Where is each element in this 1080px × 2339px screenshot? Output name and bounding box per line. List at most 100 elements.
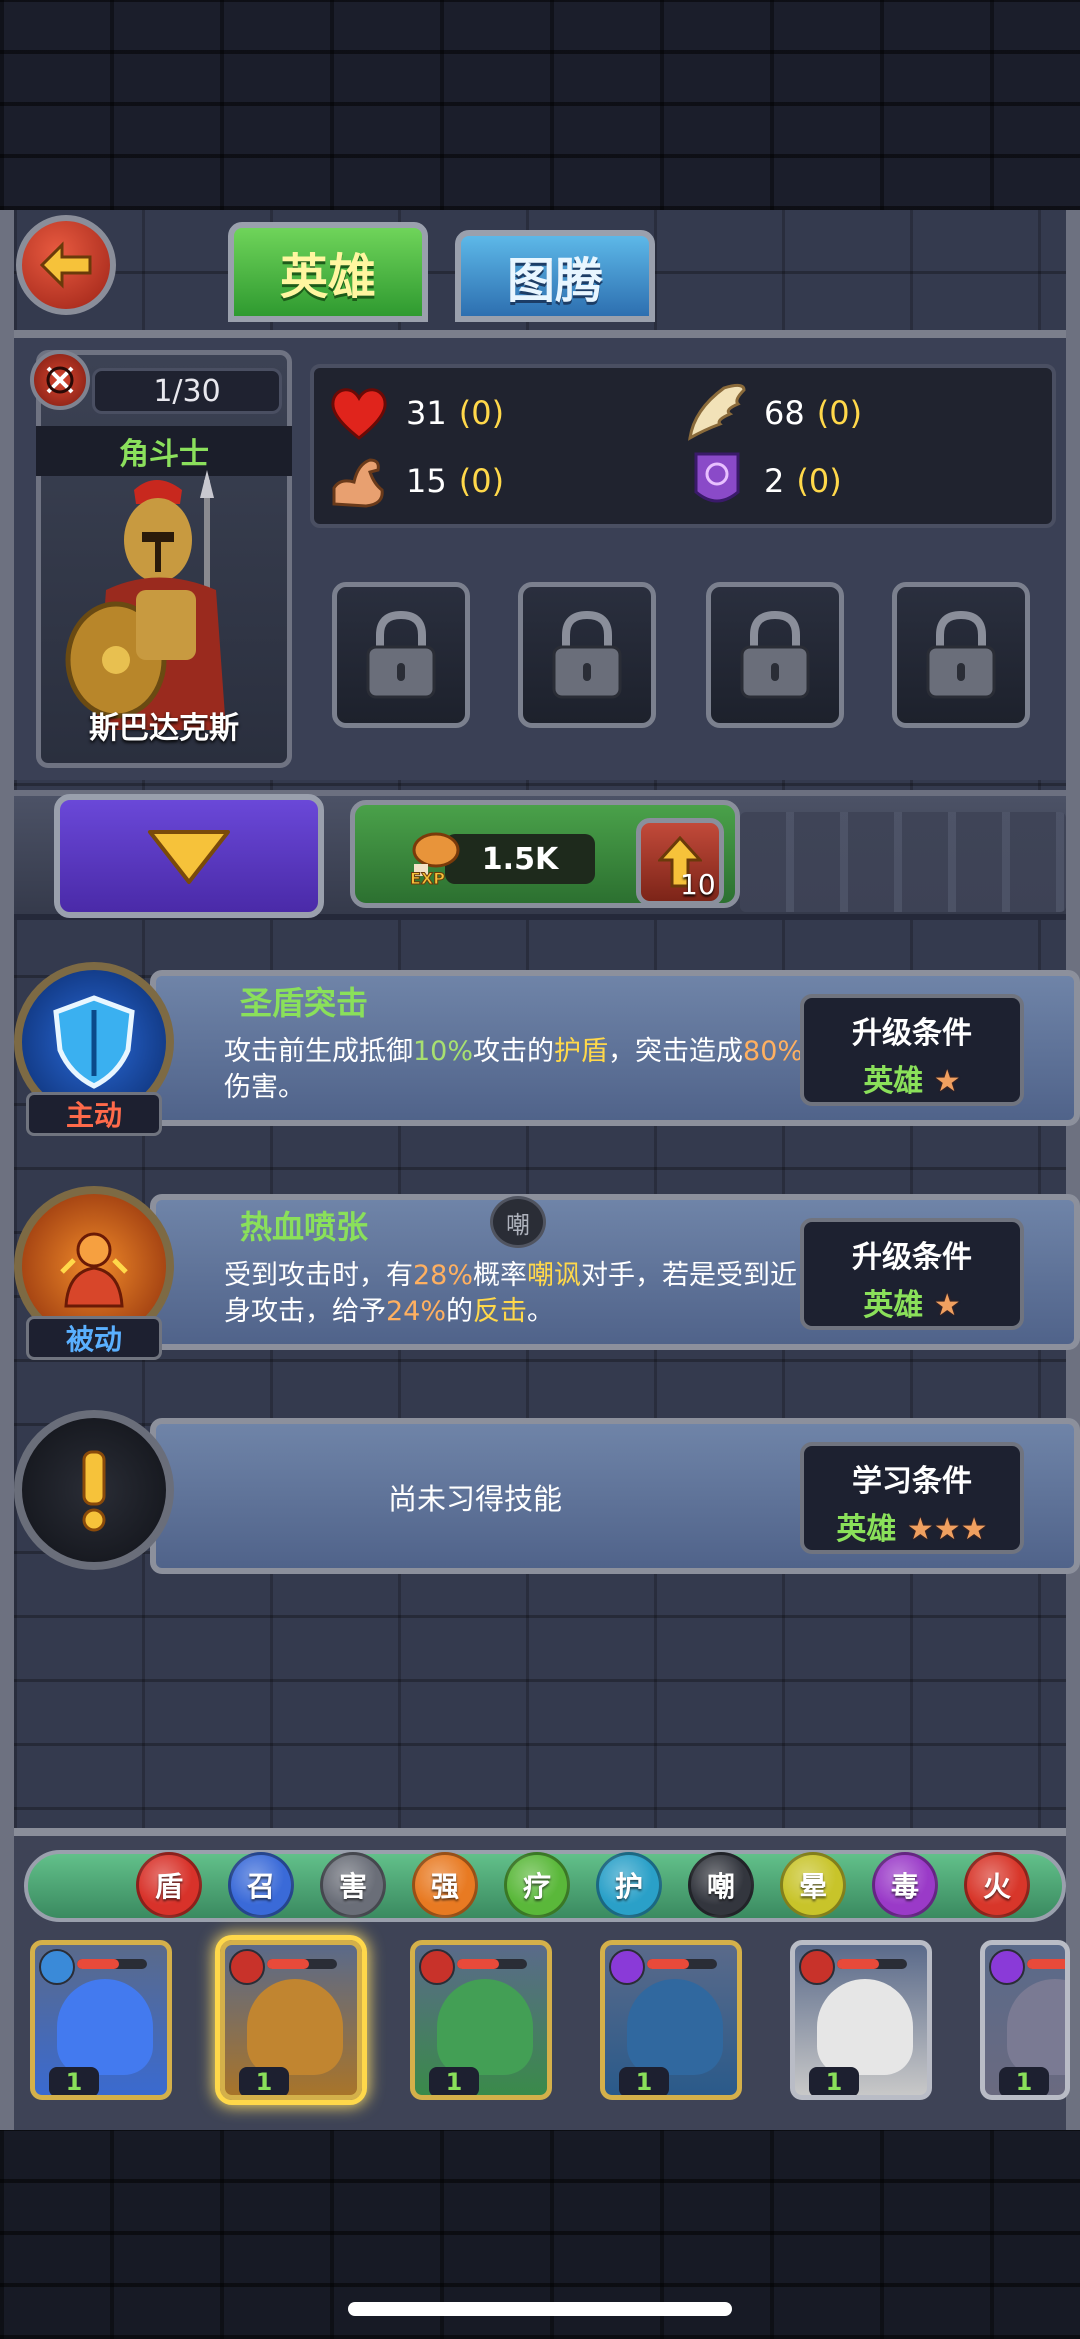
condition-title: 升级条件 [852,1016,972,1051]
exp-meat-icon: EXP [410,832,460,888]
speed-value: 68 [764,394,805,432]
hero-thumbnail [57,1979,153,2075]
hero-name: 斯巴达克斯 [89,711,239,746]
hero-class-icon [989,1949,1025,1985]
collapse-button[interactable] [54,794,324,918]
skill-row-3: 尚未习得技能 学习条件 英雄 ★★★ [0,1404,1080,1586]
hero-level-badge: 1 [49,2067,99,2095]
learn-condition-box: 学习条件 英雄 ★★★ [800,1442,1024,1554]
upgrade-count: 10 [680,868,716,901]
shield-icon [53,995,135,1089]
filter-chip[interactable]: 毒 [872,1852,938,1918]
skill-type: 被动 [26,1316,162,1360]
filter-chip[interactable]: 强 [412,1852,478,1918]
exclamation-icon [82,1450,106,1532]
hero-class-icon [419,1949,455,1985]
filter-chip[interactable]: 害 [320,1852,386,1918]
exp-label: EXP [410,869,445,888]
filter-chip[interactable]: 盾 [136,1852,202,1918]
equipment-slot-1[interactable] [332,582,470,728]
condition-title: 升级条件 [852,1240,972,1275]
hero-hp-bar [267,1959,337,1969]
hero-hp-bar [1027,1959,1065,1969]
lock-icon [926,610,996,699]
home-indicator [348,2302,732,2316]
skill-row-1: 主动 圣盾突击 攻击前生成抵御10%攻击的护盾，突击造成80%伤害。 升级条件 … [0,956,1080,1138]
hp-bonus: (0) [458,394,505,432]
equipment-slot-4[interactable] [892,582,1030,728]
hero-level: 1/30 [92,368,282,414]
gladiator-class-icon [30,350,90,410]
roster-hero-slot[interactable]: 1 [600,1940,742,2100]
hero-hp-bar [837,1959,907,1969]
skill-empty-text: 尚未习得技能 [387,1482,562,1516]
filter-chip[interactable]: 护 [596,1852,662,1918]
speed-stat: 68 (0) [684,380,862,446]
roster-hero-slot[interactable]: 1 [30,1940,172,2100]
attack-value: 15 [406,462,447,500]
hero-hp-bar [457,1959,527,1969]
equipment-slot-3[interactable] [706,582,844,728]
star-icon: ★ [933,1288,961,1323]
tab-hero[interactable]: 英雄 [228,222,428,322]
chevron-down-icon [148,830,230,884]
equipment-slot-2[interactable] [518,582,656,728]
condition-requirement: 英雄 ★ [863,1288,961,1323]
hero-class-name: 角斗士 [36,426,292,476]
condition-requirement: 英雄 ★ [863,1064,961,1099]
hero-hp-bar [647,1959,717,1969]
skill-row-2: 被动 热血喷张 嘲 受到攻击时，有28%概率嘲讽对手，若是受到近身攻击，给予24… [0,1180,1080,1362]
hero-hp-bar [77,1959,147,1969]
taunt-tag: 嘲 [490,1196,546,1248]
roster-hero-slot[interactable]: 1 [790,1940,932,2100]
hero-thumbnail [247,1979,343,2075]
hero-thumbnail [437,1979,533,2075]
roster-hero-slot[interactable]: 1 [980,1940,1070,2100]
condition-requirement: 英雄 ★★★ [836,1512,988,1547]
back-button[interactable] [16,215,116,315]
hero-level-badge: 1 [619,2067,669,2095]
magic-bonus: (0) [796,462,842,500]
roster-hero-slot[interactable]: 1 [410,1940,552,2100]
magic-banner-icon [694,452,740,503]
hero-thumbnail [817,1979,913,2075]
filter-chip[interactable]: 嘲 [688,1852,754,1918]
upgrade-condition-box: 升级条件 英雄 ★ [800,1218,1024,1330]
star-icon: ★★★ [906,1512,988,1547]
magic-value: 2 [764,462,785,500]
condition-title: 学习条件 [852,1464,972,1499]
skill-description: 攻击前生成抵御10%攻击的护盾，突击造成80%伤害。 [224,1036,804,1103]
lock-icon [366,610,436,699]
hero-level-badge: 1 [999,2067,1049,2095]
hero-level-badge: 1 [429,2067,479,2095]
filter-chip[interactable]: 召 [228,1852,294,1918]
lock-icon [740,610,810,699]
hero-class-icon [609,1949,645,1985]
hp-value: 31 [406,394,447,432]
tab-totem[interactable]: 图腾 [455,230,655,322]
top-wall-background [0,0,1080,210]
skill-description: 受到攻击时，有28%概率嘲讽对手，若是受到近身攻击，给予24%的反击。 [224,1260,798,1327]
filter-chip[interactable]: 晕 [780,1852,846,1918]
magic-stat: 2 (0) [684,448,842,514]
attack-bonus: (0) [458,462,505,500]
lock-icon [552,610,622,699]
muscle-arm-icon [332,458,384,508]
hero-class-icon [39,1949,75,1985]
filter-chip[interactable]: 疗 [504,1852,570,1918]
heart-icon [331,388,387,440]
filter-chip[interactable]: 火 [964,1852,1030,1918]
hero-class-icon [229,1949,265,1985]
star-icon: ★ [933,1064,961,1099]
hero-class-icon [799,1949,835,1985]
back-arrow-icon [39,241,92,289]
decorative-arches [740,812,1066,912]
hero-level-badge: 1 [809,2067,859,2095]
skill-title: 热血喷张 [240,1208,369,1246]
upgrade-condition-box: 升级条件 英雄 ★ [800,994,1024,1106]
roster-hero-slot[interactable]: 1 [220,1940,362,2100]
attack-stat: 15 (0) [326,448,504,514]
rage-warrior-icon [60,1232,128,1308]
skill-title: 圣盾突击 [240,984,369,1022]
wing-icon [688,383,746,441]
